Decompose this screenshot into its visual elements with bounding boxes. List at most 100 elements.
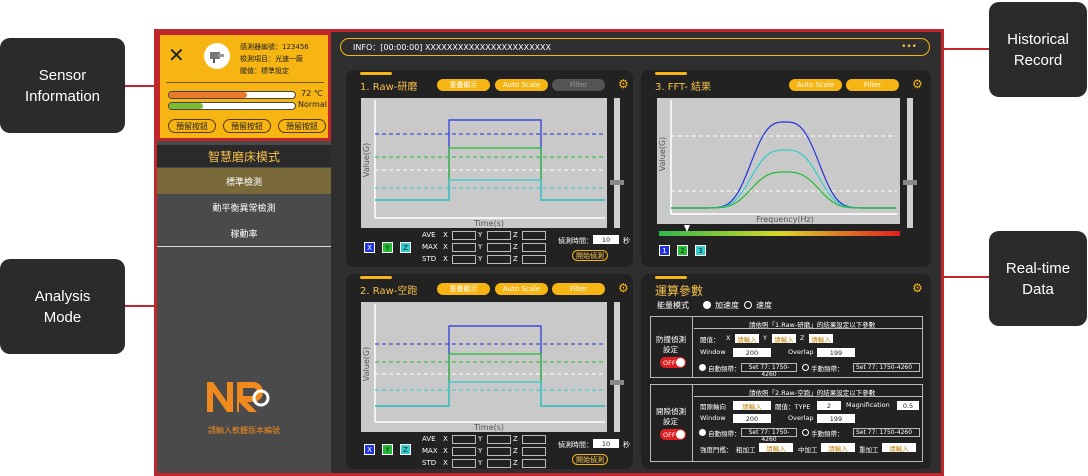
stat-axis-label: Z: [513, 231, 518, 239]
menu-item-utilization[interactable]: 稼動率: [157, 220, 331, 246]
raw1-settings-gear-icon[interactable]: ⚙: [618, 78, 630, 90]
collision-auto-freq-select[interactable]: Set 77: 1750-4260: [741, 363, 797, 378]
stat-value-box: [487, 447, 511, 456]
raw2-slider-thumb[interactable]: [610, 380, 624, 385]
gap-rough-input[interactable]: 請輸入: [759, 443, 793, 453]
raw1-slider-thumb[interactable]: [610, 180, 624, 185]
gap-manual-freq-radio[interactable]: [802, 429, 809, 436]
temperature-bar: [168, 91, 296, 99]
callout-analysis-mode: Analysis Mode: [0, 259, 125, 354]
sensor-id: 感測器編號：123456: [240, 43, 309, 51]
raw1-detect-time-input[interactable]: 10: [593, 235, 619, 244]
collision-window-input[interactable]: 200: [733, 348, 771, 357]
raw2-slider[interactable]: [610, 302, 624, 432]
collision-overlap-input[interactable]: 199: [817, 348, 855, 357]
fft-autoscale-button[interactable]: Auto Scale: [789, 79, 842, 91]
gap-header-divider: [694, 396, 923, 397]
raw2-z-toggle[interactable]: Z: [400, 444, 411, 455]
gap-medium-label: 中加工: [798, 446, 818, 454]
fft-settings-gear-icon[interactable]: ⚙: [912, 78, 924, 90]
reserved-button-1[interactable]: 預留按鈕: [168, 119, 216, 133]
stat-value-box: [452, 243, 476, 252]
collision-toggle[interactable]: OFF: [660, 357, 686, 368]
stat-axis-label: Y: [478, 243, 483, 251]
x-axis-label: Frequency(Hz): [756, 215, 814, 224]
more-icon[interactable]: •••: [901, 42, 917, 52]
energy-accel-label: 加速度: [715, 301, 739, 310]
raw1-slider[interactable]: [610, 98, 624, 228]
fft-plot: Value(G) Frequency(Hz): [657, 98, 900, 224]
collision-manual-freq-select[interactable]: Set 77: 1750-4260: [853, 363, 920, 372]
raw1-y-toggle[interactable]: Y: [382, 242, 393, 253]
signal-series: [375, 147, 605, 201]
fft-series: [671, 149, 896, 209]
raw2-autoscale-button[interactable]: Auto Scale: [495, 283, 548, 295]
stat-value-box: [487, 459, 511, 468]
params-settings-gear-icon[interactable]: ⚙: [912, 282, 924, 294]
stat-axis-label: X: [443, 459, 448, 467]
raw2-filter-button[interactable]: Filter: [552, 283, 605, 295]
raw1-stat-ave: AVE: [422, 231, 436, 239]
gap-medium-input[interactable]: 請輸入: [821, 443, 855, 453]
stat-axis-label: Z: [513, 447, 518, 455]
stat-value-box: [522, 459, 546, 468]
menu-item-balance-detection[interactable]: 動平衡異常檢測: [157, 194, 331, 220]
fft-marker-icon[interactable]: [684, 225, 690, 232]
raw2-start-detect-button[interactable]: 開始偵測: [572, 454, 608, 465]
collision-auto-freq-radio[interactable]: [699, 364, 706, 371]
raw1-filter-button[interactable]: Filter: [552, 79, 605, 91]
energy-velocity-label: 速度: [756, 301, 772, 310]
reserved-button-3[interactable]: 預留按鈕: [278, 119, 326, 133]
fft-series: [671, 121, 896, 209]
fft-channel-2[interactable]: 2: [677, 245, 688, 256]
fft-slider[interactable]: [903, 98, 917, 228]
gap-axis-select[interactable]: 請輸入: [733, 401, 771, 411]
gap-overlap-input[interactable]: 199: [817, 414, 855, 423]
raw2-x-toggle[interactable]: X: [364, 444, 375, 455]
raw1-panel: 1. Raw-研磨 重疊顯示 Auto Scale Filter ⚙ Value…: [346, 70, 633, 267]
fft-channel-3[interactable]: 3: [695, 245, 706, 256]
menu-item-standard-detection[interactable]: 標準檢測: [157, 168, 331, 194]
analysis-mode-title: 智慧磨床模式: [157, 145, 331, 167]
raw1-overlay-button[interactable]: 重疊顯示: [437, 79, 490, 91]
gap-magnification-input[interactable]: 0.5: [897, 401, 919, 410]
energy-velocity-radio[interactable]: [744, 301, 752, 309]
close-icon[interactable]: ✕: [168, 45, 185, 65]
raw1-x-toggle[interactable]: X: [364, 242, 375, 253]
stat-axis-label: X: [443, 243, 448, 251]
gap-fine-input[interactable]: 請輸入: [882, 443, 916, 453]
collision-y-input[interactable]: 請輸入: [772, 334, 796, 344]
sensor-device-icon: [204, 43, 230, 69]
raw2-settings-gear-icon[interactable]: ⚙: [618, 282, 630, 294]
menu-divider: [157, 246, 331, 247]
gap-window-input[interactable]: 200: [733, 414, 771, 423]
raw1-autoscale-button[interactable]: Auto Scale: [495, 79, 548, 91]
raw2-detect-time-input[interactable]: 10: [593, 439, 619, 448]
collision-manual-freq-radio[interactable]: [802, 364, 809, 371]
energy-accel-radio[interactable]: [703, 301, 711, 309]
raw2-y-toggle[interactable]: Y: [382, 444, 393, 455]
collision-overlap-label: Overlap: [788, 348, 814, 356]
raw2-overlay-button[interactable]: 重疊顯示: [437, 283, 490, 295]
fft-slider-thumb[interactable]: [903, 180, 917, 185]
gap-auto-freq-radio[interactable]: [699, 429, 706, 436]
reserved-button-2[interactable]: 預留按鈕: [223, 119, 271, 133]
raw1-z-toggle[interactable]: Z: [400, 242, 411, 253]
callout-line-history: [943, 48, 989, 50]
stat-axis-label: Z: [513, 435, 518, 443]
raw1-start-detect-button[interactable]: 開始偵測: [572, 250, 608, 261]
collision-z-label: Z: [800, 334, 805, 342]
signal-series: [375, 381, 605, 407]
stat-value-box: [452, 447, 476, 456]
stat-value-box: [522, 435, 546, 444]
gap-auto-freq-select[interactable]: Set 77: 1750-4260: [741, 428, 797, 443]
gap-type-input[interactable]: 2: [817, 401, 841, 410]
collision-x-input[interactable]: 請輸入: [735, 334, 759, 344]
history-info-bar[interactable]: INFO：[00:00:00] XXXXXXXXXXXXXXXXXXXXXXX …: [340, 38, 930, 56]
fft-channel-1[interactable]: 1: [659, 245, 670, 256]
gap-manual-freq-select[interactable]: Set 77: 1750-4260: [853, 428, 920, 437]
gap-toggle[interactable]: OFF: [660, 429, 686, 440]
fft-filter-button[interactable]: Filter: [846, 79, 899, 91]
panel-accent: [655, 276, 687, 279]
collision-z-input[interactable]: 請輸入: [809, 334, 833, 344]
